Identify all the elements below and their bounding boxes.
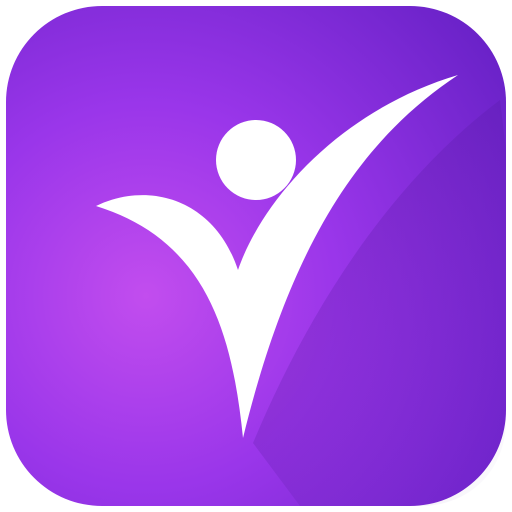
app-icon-tile [6,6,506,506]
figure-head-icon [216,120,296,200]
app-icon [0,0,512,512]
